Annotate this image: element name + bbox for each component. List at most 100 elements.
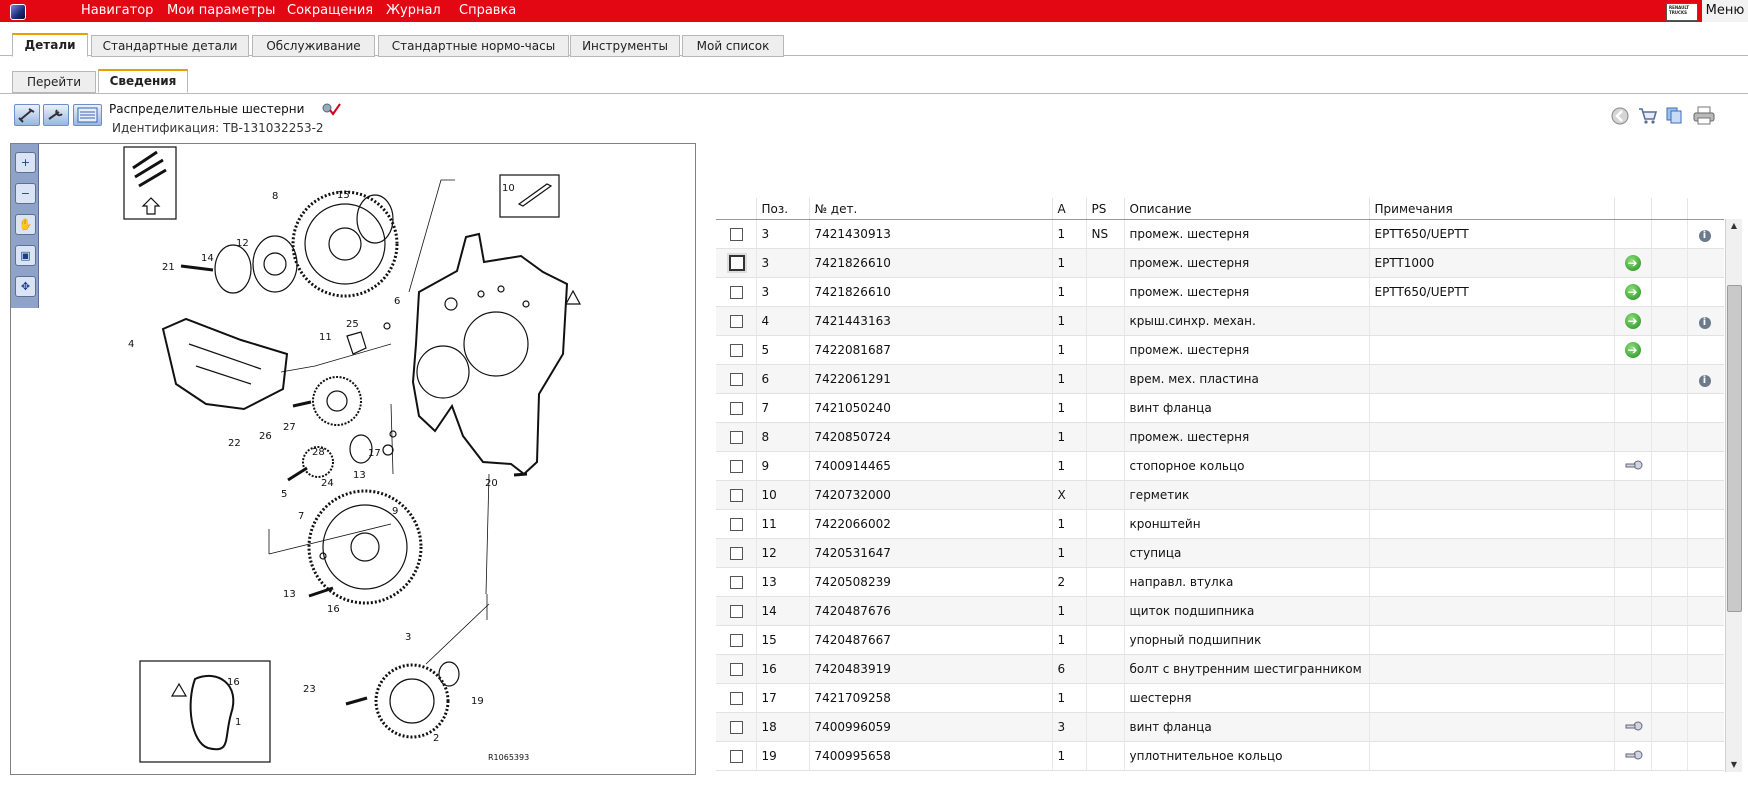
col-description[interactable]: Описание: [1124, 198, 1370, 220]
tab-tools[interactable]: Инструменты: [570, 35, 680, 57]
row-checkbox[interactable]: [730, 634, 743, 647]
menu-navigator[interactable]: Навигатор: [81, 3, 153, 18]
row-checkbox[interactable]: [730, 721, 743, 734]
row-checkbox[interactable]: [730, 750, 743, 763]
table-scrollbar[interactable]: ▲ ▼: [1725, 219, 1742, 772]
cell-notes: [1369, 364, 1615, 394]
svg-text:16: 16: [327, 604, 340, 615]
table-row[interactable]: 10 7420732000 Xгерметик: [716, 480, 1724, 510]
row-checkbox[interactable]: [730, 228, 743, 241]
row-checkbox[interactable]: [730, 460, 743, 473]
svg-text:24: 24: [321, 478, 334, 489]
table-row[interactable]: 6 7422061291 1 врем. мех. пластина i: [716, 364, 1724, 394]
tab-my-list[interactable]: Мой список: [682, 35, 784, 57]
table-row[interactable]: 16 7420483919 6 болт с внутренним шестигран…: [716, 654, 1724, 684]
cell-ps: [1086, 683, 1125, 713]
tool-icon[interactable]: [14, 104, 40, 126]
table-row[interactable]: 18 7400996059 3 винт фланца: [716, 712, 1724, 742]
row-checkbox[interactable]: [730, 344, 743, 357]
row-select-cell: [716, 596, 757, 626]
table-row[interactable]: 14 7420487676 1 щиток подшипника: [716, 596, 1724, 626]
svg-text:9: 9: [392, 506, 398, 517]
table-row[interactable]: 17 7421709258 1 шестерня: [716, 683, 1724, 713]
table-row[interactable]: 3 7421826610 1 промеж. шестерня EPTT1000 ➔: [716, 248, 1724, 278]
col-part-number[interactable]: № дет.: [809, 198, 1053, 220]
key-icon[interactable]: [1625, 460, 1643, 470]
table-row[interactable]: 5 7422081687 1 промеж. шестерня ➔: [716, 335, 1724, 365]
cell-notes: [1369, 393, 1615, 423]
cell-extra: [1651, 596, 1688, 626]
row-checkbox[interactable]: [729, 255, 745, 271]
diagram-panel[interactable]: + − ✋ ▣ ✥ 8 15 12 14 21 6 25 11 4 27 26 …: [10, 143, 696, 775]
cell-action: ➔: [1614, 277, 1652, 307]
wrench-icon[interactable]: [43, 104, 69, 126]
arrow-right-icon[interactable]: ➔: [1624, 284, 1641, 300]
back-icon[interactable]: [1610, 105, 1630, 125]
table-row[interactable]: 7 7421050240 1 винт фланца: [716, 393, 1724, 423]
row-checkbox[interactable]: [730, 692, 743, 705]
arrow-right-icon[interactable]: ➔: [1624, 313, 1641, 329]
menu-button[interactable]: Меню: [1702, 0, 1748, 22]
svg-text:25: 25: [346, 319, 359, 330]
tab-details[interactable]: Сведения: [98, 69, 188, 93]
tab-parts[interactable]: Детали: [12, 33, 88, 57]
cell-pos: 4: [756, 306, 810, 336]
menu-abbreviations[interactable]: Сокращения: [287, 3, 373, 18]
key-icon[interactable]: [1625, 721, 1643, 731]
row-checkbox[interactable]: [730, 605, 743, 618]
table-row[interactable]: 11 7422066002 1 кронштейн: [716, 509, 1724, 539]
row-checkbox[interactable]: [730, 489, 743, 502]
table-row[interactable]: 19 7400995658 1 уплотнительное кольцо: [716, 741, 1724, 771]
copy-icon[interactable]: [1664, 105, 1684, 125]
info-icon[interactable]: i: [1698, 374, 1711, 387]
tab-maintenance[interactable]: Обслуживание: [252, 35, 375, 57]
table-row[interactable]: 9 7400914465 1 стопорное кольцо: [716, 451, 1724, 481]
info-icon[interactable]: i: [1698, 229, 1711, 242]
row-checkbox[interactable]: [730, 576, 743, 589]
row-checkbox[interactable]: [730, 286, 743, 299]
cell-a: 2: [1052, 567, 1087, 597]
row-checkbox[interactable]: [730, 315, 743, 328]
col-a[interactable]: A: [1052, 198, 1087, 220]
tab-goto[interactable]: Перейти: [12, 71, 96, 93]
parts-table: Поз. № дет. A PS Описание Примечания 3 74…: [716, 198, 1724, 772]
table-row[interactable]: 4 7421443163 1 крыш.синхр. механ. ➔ i: [716, 306, 1724, 336]
col-pos[interactable]: Поз.: [756, 198, 810, 220]
cell-ps: [1086, 712, 1125, 742]
cell-part-number: 7420487676: [809, 596, 1053, 626]
col-info: [1687, 198, 1724, 220]
row-checkbox[interactable]: [730, 402, 743, 415]
table-row[interactable]: 12 7420531647 1 ступица: [716, 538, 1724, 568]
arrow-right-icon[interactable]: ➔: [1624, 255, 1641, 271]
table-row[interactable]: 13 7420508239 2 направл. втулка: [716, 567, 1724, 597]
tab-standard-parts[interactable]: Стандартные детали: [91, 35, 249, 57]
table-row[interactable]: 15 7420487667 1 упорный подшипник: [716, 625, 1724, 655]
edit-check-icon[interactable]: [321, 102, 341, 116]
row-checkbox[interactable]: [730, 373, 743, 386]
info-icon[interactable]: i: [1698, 316, 1711, 329]
menu-journal[interactable]: Журнал: [386, 3, 441, 18]
app-logo-icon[interactable]: [10, 4, 26, 20]
print-icon[interactable]: [1692, 105, 1716, 125]
scroll-down-icon[interactable]: ▼: [1726, 758, 1742, 772]
key-icon[interactable]: [1625, 750, 1643, 760]
col-ps[interactable]: PS: [1086, 198, 1125, 220]
row-checkbox[interactable]: [730, 547, 743, 560]
cart-icon[interactable]: [1637, 105, 1658, 125]
menu-my-settings[interactable]: Мои параметры: [167, 3, 275, 18]
table-row[interactable]: 3 7421826610 1 промеж. шестерня EPTT650/UEPT…: [716, 277, 1724, 307]
row-checkbox[interactable]: [730, 431, 743, 444]
cell-part-number: 7421443163: [809, 306, 1053, 336]
row-checkbox[interactable]: [730, 518, 743, 531]
cell-notes: [1369, 509, 1615, 539]
list-icon[interactable]: [73, 104, 102, 126]
table-row[interactable]: 8 7420850724 1 промеж. шестерня: [716, 422, 1724, 452]
scroll-up-icon[interactable]: ▲: [1726, 219, 1742, 233]
tab-standard-hours[interactable]: Стандартные нормо-часы: [378, 35, 569, 57]
menu-help[interactable]: Справка: [459, 3, 516, 18]
table-row[interactable]: 3 7421430913 1 NS промеж. шестерня EPTT650/UE…: [716, 219, 1724, 249]
arrow-right-icon[interactable]: ➔: [1624, 342, 1641, 358]
col-notes[interactable]: Примечания: [1369, 198, 1615, 220]
row-checkbox[interactable]: [730, 663, 743, 676]
scroll-thumb[interactable]: [1727, 285, 1742, 612]
